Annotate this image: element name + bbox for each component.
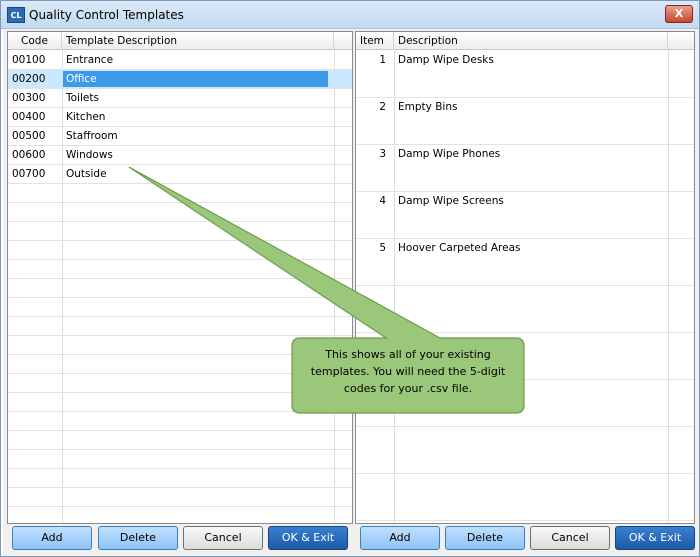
description-cell: Empty Bins <box>398 101 458 113</box>
empty-row[interactable] <box>8 260 352 279</box>
template-items-grid-header: Item Description <box>356 32 694 50</box>
description-cell: Damp Wipe Desks <box>398 54 494 66</box>
empty-row[interactable] <box>8 317 352 336</box>
empty-row[interactable] <box>8 298 352 317</box>
description-cell: Damp Wipe Phones <box>398 148 501 160</box>
description-cell: Damp Wipe Screens <box>398 195 504 207</box>
empty-row[interactable] <box>8 184 352 203</box>
callout-line: templates. You will need the 5-digit <box>310 365 506 378</box>
code-cell: 00100 <box>12 54 46 66</box>
item-number-cell: 3 <box>379 148 386 160</box>
cancel-button[interactable]: Cancel <box>530 526 610 550</box>
empty-row[interactable] <box>8 450 352 469</box>
template-items-grid[interactable]: Item Description 1 Damp Wipe Desks 2 Emp… <box>355 31 695 524</box>
templates-button-bar: Add Delete Cancel OK & Exit <box>7 524 353 554</box>
column-header-code[interactable]: Code <box>8 32 62 50</box>
callout-line: codes for your .csv file. <box>343 382 473 395</box>
table-row[interactable]: 00700 Outside <box>8 165 352 184</box>
column-header-description[interactable]: Description <box>394 32 668 50</box>
table-row[interactable]: 3 Damp Wipe Phones <box>356 145 694 192</box>
window-title: Quality Control Templates <box>29 8 184 22</box>
empty-row[interactable] <box>8 507 352 523</box>
code-cell: 00500 <box>12 130 46 142</box>
table-row[interactable]: 00300 Toilets <box>8 89 352 108</box>
templates-grid[interactable]: Code Template Description 00100 Entrance… <box>7 31 353 524</box>
description-cell: Entrance <box>66 54 114 66</box>
table-row[interactable]: 5 Hoover Carpeted Areas <box>356 239 694 286</box>
table-row[interactable]: 4 Damp Wipe Screens <box>356 192 694 239</box>
description-cell: Toilets <box>66 92 99 104</box>
description-cell: Outside <box>66 168 107 180</box>
empty-row[interactable] <box>356 474 694 521</box>
code-cell: 00200 <box>12 73 46 85</box>
table-row[interactable]: 1 Damp Wipe Desks <box>356 51 694 98</box>
close-button[interactable]: X <box>665 5 693 23</box>
callout-line: This shows all of your existing <box>325 348 491 361</box>
empty-row[interactable] <box>356 427 694 474</box>
empty-row[interactable] <box>8 241 352 260</box>
column-header-template-description[interactable]: Template Description <box>62 32 334 50</box>
callout-text: This shows all of your existing template… <box>292 346 524 397</box>
templates-grid-header: Code Template Description <box>8 32 352 50</box>
add-template-button[interactable]: Add <box>12 526 92 550</box>
code-cell: 00700 <box>12 168 46 180</box>
empty-row[interactable] <box>8 488 352 507</box>
items-button-bar: Add Delete Cancel OK & Exit <box>355 524 695 554</box>
table-row[interactable]: 00400 Kitchen <box>8 108 352 127</box>
empty-row[interactable] <box>356 286 694 333</box>
table-row[interactable]: 00600 Windows <box>8 146 352 165</box>
code-cell: 00300 <box>12 92 46 104</box>
table-row[interactable]: 2 Empty Bins <box>356 98 694 145</box>
title-bar: CL Quality Control Templates X <box>1 1 699 29</box>
description-cell: Staffroom <box>66 130 118 142</box>
empty-row[interactable] <box>8 222 352 241</box>
item-number-cell: 1 <box>379 54 386 66</box>
cancel-button[interactable]: Cancel <box>183 526 263 550</box>
ok-exit-button[interactable]: OK & Exit <box>268 526 348 550</box>
empty-row[interactable] <box>8 469 352 488</box>
client-area: Code Template Description 00100 Entrance… <box>3 29 699 556</box>
empty-row[interactable] <box>8 431 352 450</box>
empty-row[interactable] <box>8 279 352 298</box>
column-header-item[interactable]: Item <box>356 32 394 50</box>
add-item-button[interactable]: Add <box>360 526 440 550</box>
delete-item-button[interactable]: Delete <box>445 526 525 550</box>
code-cell: 00600 <box>12 149 46 161</box>
table-row-selected[interactable]: 00200 Office <box>8 70 352 89</box>
quality-control-templates-window: CL Quality Control Templates X Code Temp… <box>0 0 700 557</box>
table-row[interactable]: 00500 Staffroom <box>8 127 352 146</box>
description-cell: Windows <box>66 149 113 161</box>
item-number-cell: 2 <box>379 101 386 113</box>
empty-row[interactable] <box>8 203 352 222</box>
code-cell: 00400 <box>12 111 46 123</box>
empty-row[interactable] <box>8 412 352 431</box>
delete-template-button[interactable]: Delete <box>98 526 178 550</box>
app-logo-icon: CL <box>7 7 25 23</box>
selection-highlight <box>63 71 328 87</box>
item-number-cell: 4 <box>379 195 386 207</box>
description-cell: Hoover Carpeted Areas <box>398 242 521 254</box>
item-number-cell: 5 <box>379 242 386 254</box>
ok-exit-button[interactable]: OK & Exit <box>615 526 695 550</box>
table-row[interactable]: 00100 Entrance <box>8 51 352 70</box>
description-cell[interactable]: Office <box>66 70 97 88</box>
description-cell: Kitchen <box>66 111 106 123</box>
